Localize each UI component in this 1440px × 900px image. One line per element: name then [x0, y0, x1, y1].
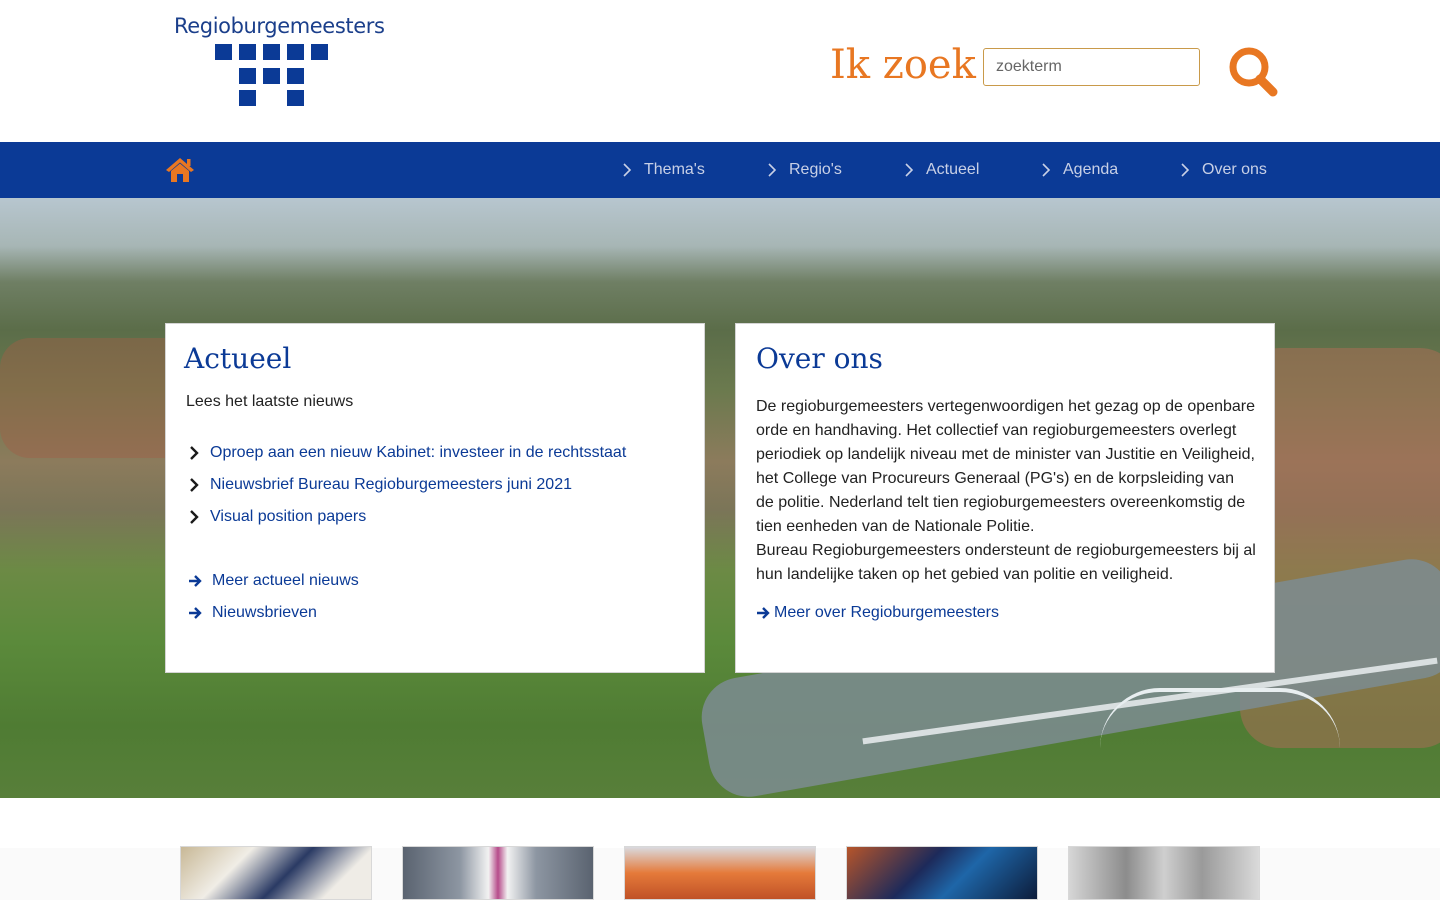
news-link-label: Nieuwsbrief Bureau Regioburgemeesters ju…	[210, 476, 572, 493]
search-heading: Ik zoek	[830, 42, 976, 88]
nav-item-label: Agenda	[1063, 161, 1119, 178]
nav-item-themas[interactable]: Thema's	[622, 142, 705, 198]
chevron-right-icon	[190, 446, 199, 460]
news-link[interactable]: Nieuwsbrief Bureau Regioburgemeesters ju…	[188, 476, 572, 494]
home-button[interactable]	[164, 155, 196, 185]
chevron-right-icon	[768, 163, 777, 177]
news-link-label: Oproep aan een nieuw Kabinet: investeer …	[210, 444, 627, 461]
over-ons-title: Over ons	[756, 342, 883, 375]
theme-thumbnail[interactable]	[1068, 846, 1260, 900]
logo-mark	[215, 44, 328, 108]
news-link[interactable]: Visual position papers	[188, 508, 366, 526]
hero-banner: Actueel Lees het laatste nieuws Oproep a…	[0, 198, 1440, 798]
nav-item-label: Over ons	[1202, 161, 1267, 178]
nav-item-label: Regio's	[789, 161, 842, 178]
newsletters-link[interactable]: Nieuwsbrieven	[188, 604, 317, 622]
nav-item-over-ons[interactable]: Over ons	[1180, 142, 1267, 198]
more-news-link[interactable]: Meer actueel nieuws	[188, 572, 359, 590]
arrow-right-icon	[757, 607, 770, 619]
chevron-right-icon	[190, 510, 199, 524]
more-news-label: Meer actueel nieuws	[212, 572, 359, 589]
more-about-link[interactable]: Meer over Regioburgemeesters	[756, 604, 999, 622]
logo-text: Regioburgemeesters	[174, 14, 385, 38]
arrow-right-icon	[189, 607, 202, 619]
chevron-right-icon	[1181, 163, 1190, 177]
actueel-subtitle: Lees het laatste nieuws	[186, 393, 354, 410]
over-ons-text: De regioburgemeesters vertegenwoordigen …	[756, 395, 1256, 587]
chevron-right-icon	[623, 163, 632, 177]
over-ons-paragraph: De regioburgemeesters vertegenwoordigen …	[756, 398, 1256, 535]
over-ons-card: Over ons De regioburgemeesters vertegenw…	[735, 323, 1275, 673]
magnifier-icon	[1229, 47, 1278, 97]
news-link[interactable]: Oproep aan een nieuw Kabinet: investeer …	[188, 444, 626, 462]
hero-image-detail	[1100, 688, 1340, 748]
nav-item-label: Thema's	[644, 161, 705, 178]
theme-thumbnail[interactable]	[624, 846, 816, 900]
actueel-card: Actueel Lees het laatste nieuws Oproep a…	[165, 323, 705, 673]
actueel-title: Actueel	[184, 342, 292, 375]
news-link-label: Visual position papers	[210, 508, 367, 525]
nav-item-regios[interactable]: Regio's	[767, 142, 842, 198]
theme-thumbnail[interactable]	[180, 846, 372, 900]
site-header: Regioburgemeesters Ik zoek	[0, 0, 1440, 142]
theme-thumbnail[interactable]	[846, 846, 1038, 900]
home-icon	[166, 158, 194, 182]
nav-item-label: Actueel	[926, 161, 980, 178]
nav-item-actueel[interactable]: Actueel	[904, 142, 979, 198]
chevron-right-icon	[190, 478, 199, 492]
site-logo[interactable]: Regioburgemeesters	[174, 14, 385, 110]
theme-thumbnail[interactable]	[402, 846, 594, 900]
over-ons-paragraph: Bureau Regioburgemeesters ondersteunt de…	[756, 542, 1256, 583]
chevron-right-icon	[905, 163, 914, 177]
search-button[interactable]	[1225, 44, 1281, 98]
main-navigation: Thema's Regio's Actueel Agenda Over ons	[0, 142, 1440, 198]
search-input[interactable]	[983, 48, 1200, 86]
arrow-right-icon	[189, 575, 202, 587]
chevron-right-icon	[1042, 163, 1051, 177]
newsletters-label: Nieuwsbrieven	[212, 604, 317, 621]
nav-item-agenda[interactable]: Agenda	[1041, 142, 1118, 198]
more-about-label: Meer over Regioburgemeesters	[774, 604, 999, 621]
